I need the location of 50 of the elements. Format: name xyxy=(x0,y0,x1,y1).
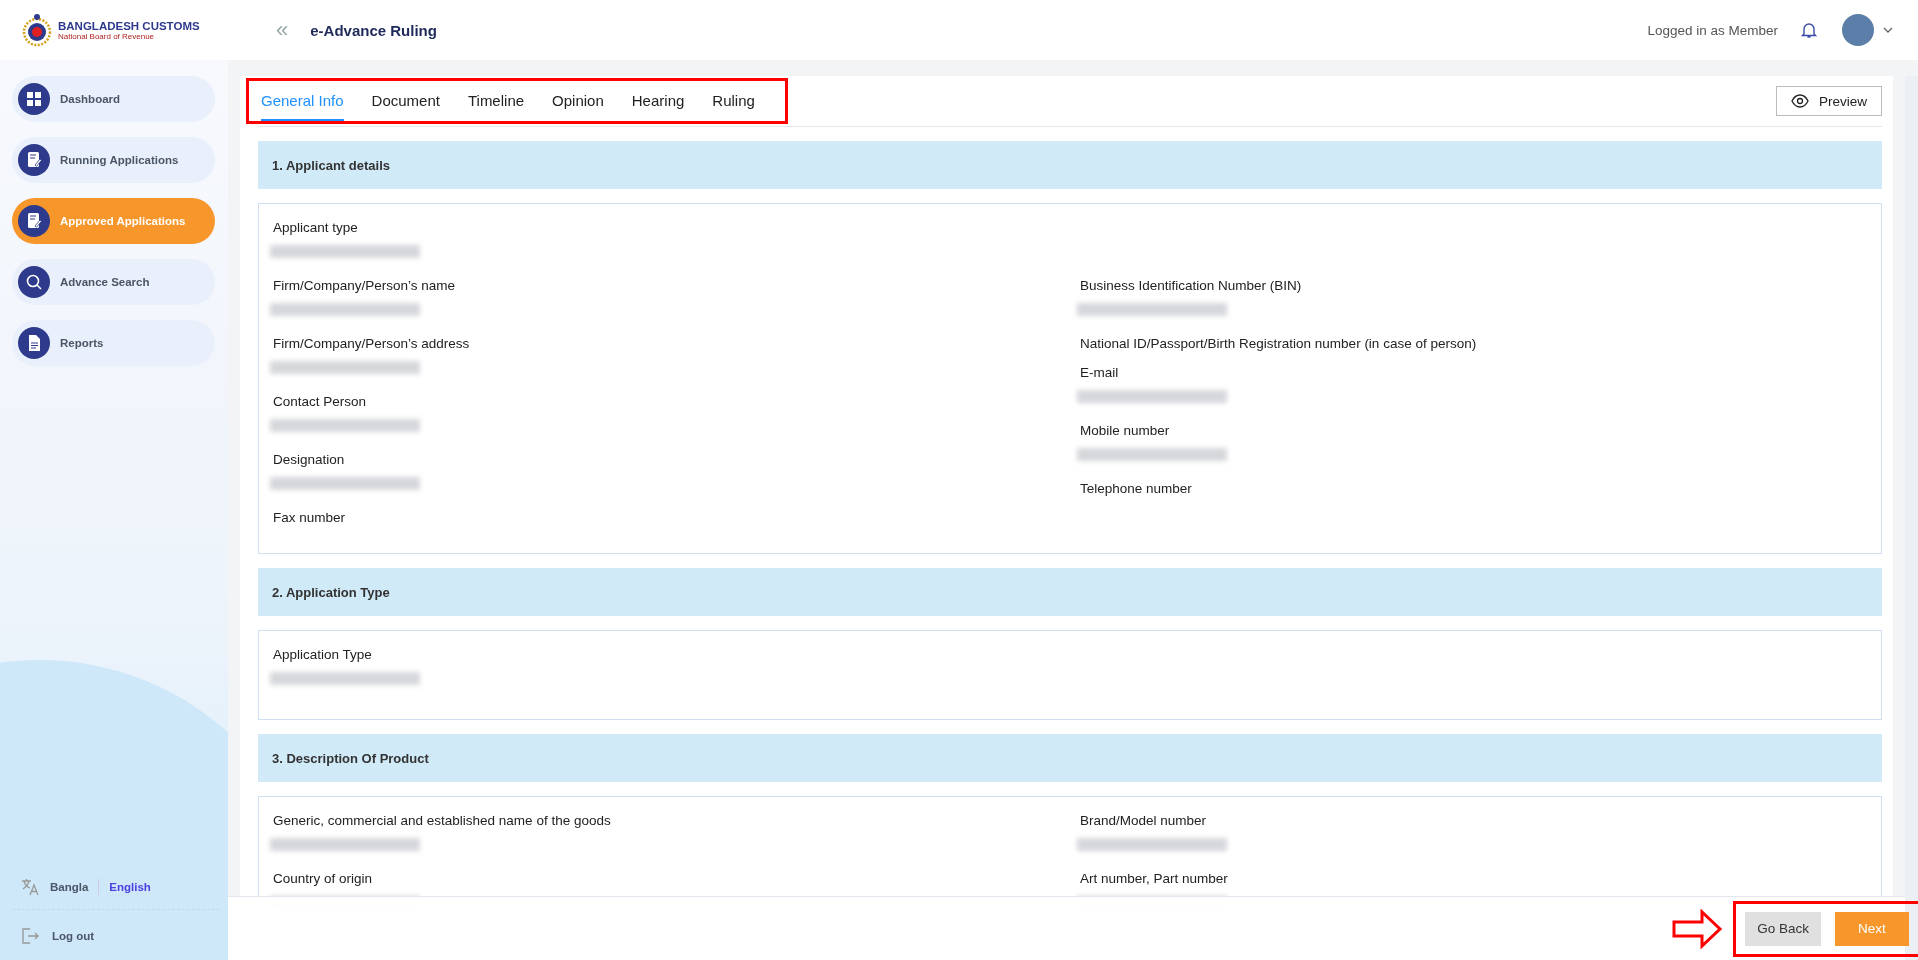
customs-emblem-icon xyxy=(22,13,52,47)
language-option[interactable]: Bangla xyxy=(50,881,89,893)
sidebar-item[interactable]: Running Applications xyxy=(12,137,215,183)
sidebar-item[interactable]: Advance Search xyxy=(12,259,215,305)
tab[interactable]: Ruling xyxy=(712,81,755,121)
field-label: Designation xyxy=(273,452,346,467)
logout-icon xyxy=(20,926,40,946)
document-pencil-icon xyxy=(18,144,50,176)
field-label: Contact Person xyxy=(273,394,368,409)
user-avatar[interactable] xyxy=(1842,14,1874,46)
tab[interactable]: Timeline xyxy=(467,81,525,121)
user-role-label: Logged in as Member xyxy=(1647,22,1778,38)
field-label: Business Identification Number (BIN) xyxy=(1080,278,1303,293)
field-label: Country of origin xyxy=(273,871,374,886)
field-label: Brand/Model number xyxy=(1080,813,1208,828)
field-label: Telephone number xyxy=(1080,481,1193,496)
tab[interactable]: Opinion xyxy=(552,81,604,121)
sidebar-item[interactable]: Dashboard xyxy=(12,76,215,122)
field-label: National ID/Passport/Birth Registration number (in case of person) xyxy=(1080,336,1478,351)
field-label: Applicant type xyxy=(273,220,359,235)
go-back-button[interactable]: Go Back xyxy=(1745,911,1821,946)
language-option[interactable]: English xyxy=(109,881,151,893)
translate-icon xyxy=(20,877,40,897)
search-icon xyxy=(18,266,50,298)
eye-icon xyxy=(1791,94,1809,108)
tab[interactable]: Document xyxy=(371,81,440,121)
section-header: 1. Applicant details xyxy=(258,141,1882,189)
document-pencil-icon xyxy=(18,205,50,237)
field-label: E-mail xyxy=(1080,365,1120,380)
field-label: Mobile number xyxy=(1080,423,1171,438)
field-label: Application Type xyxy=(273,647,373,662)
field-label: Firm/Company/Person’s address xyxy=(273,336,471,351)
section-header: 3. Description Of Product xyxy=(258,734,1882,782)
tab[interactable]: Hearing xyxy=(631,81,685,121)
logo-subtitle: National Board of Revenue xyxy=(58,31,156,41)
field-label: Fax number xyxy=(273,510,347,525)
section-header: 2. Application Type xyxy=(258,568,1882,616)
notification-bell-icon[interactable] xyxy=(1800,21,1818,39)
annotation-arrow xyxy=(1671,908,1724,949)
preview-button[interactable]: Preview xyxy=(1776,86,1882,116)
scrollbar-track[interactable] xyxy=(1905,76,1918,960)
logout-link[interactable]: Log out xyxy=(52,930,95,942)
sidebar-item[interactable]: Reports xyxy=(12,320,215,366)
field-label: Firm/Company/Person’s name xyxy=(273,278,457,293)
page-title: e-Advance Ruling xyxy=(310,21,437,39)
field-label: Generic, commercial and established name of the goods xyxy=(273,813,612,828)
grid-icon xyxy=(18,83,50,115)
field-label: Art number, Part number xyxy=(1080,871,1229,886)
logo-title: BANGLADESH CUSTOMS xyxy=(58,19,200,32)
document-icon xyxy=(18,327,50,359)
